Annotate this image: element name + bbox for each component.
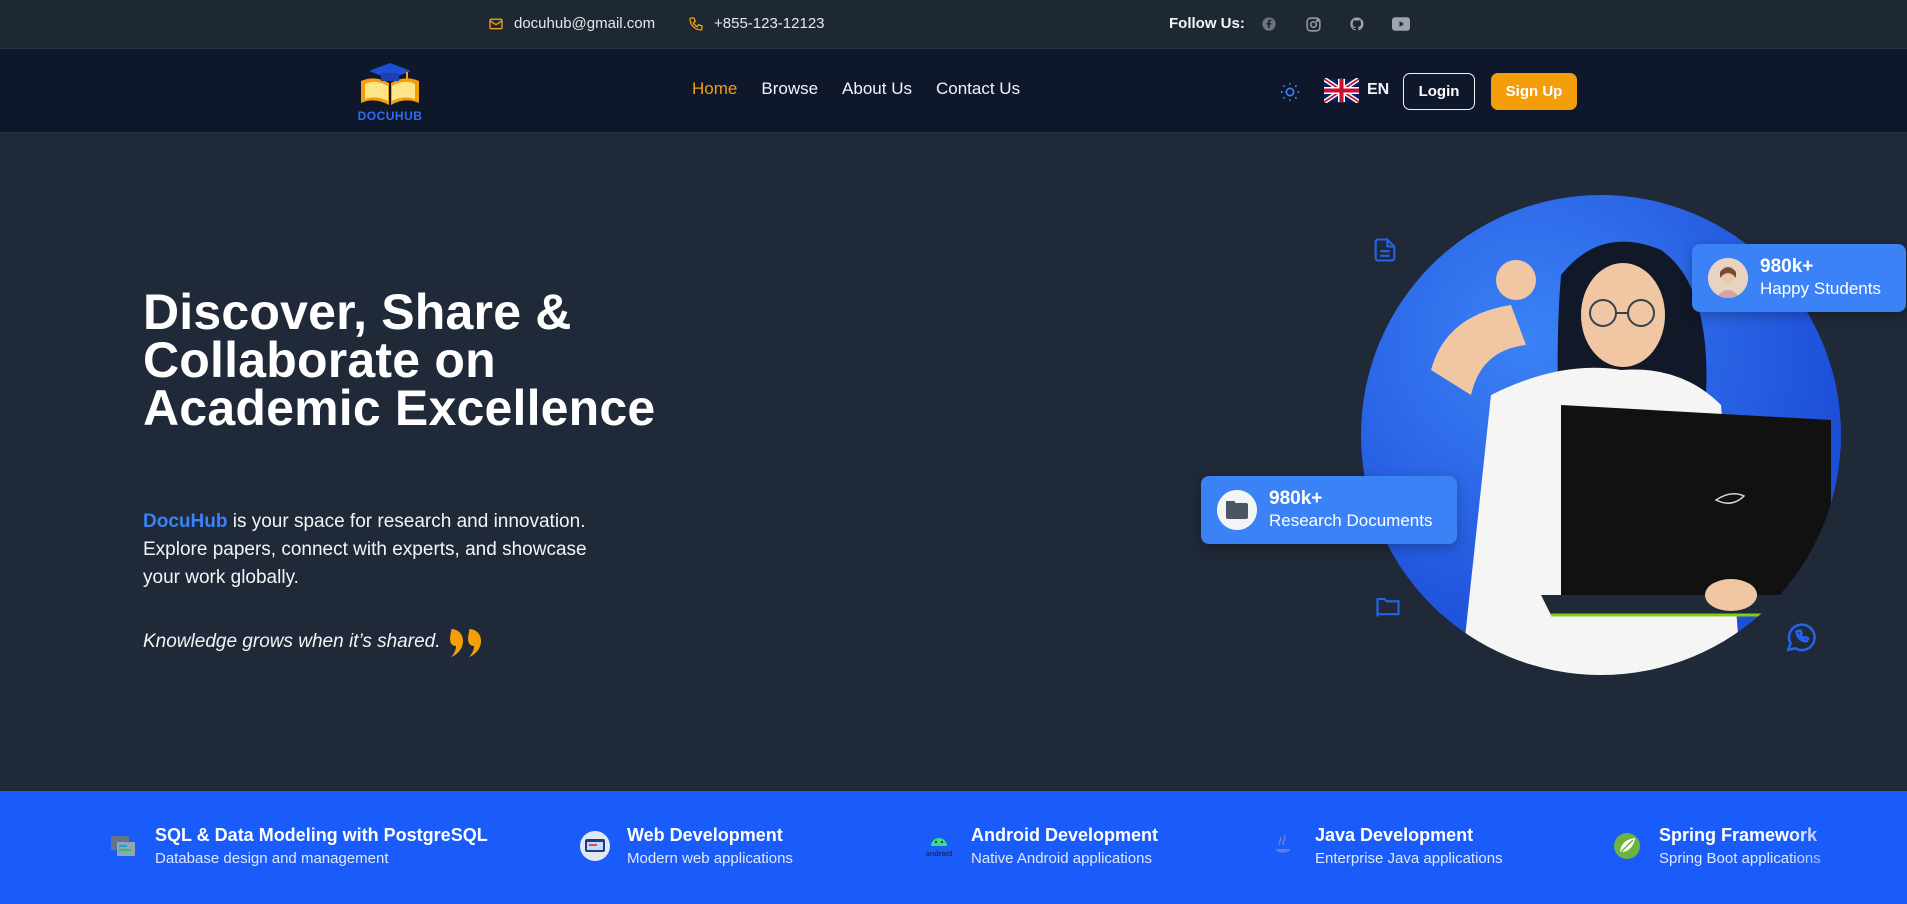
docuhub-logo[interactable]: DOCUHUB [355, 59, 425, 123]
nav-link-browse[interactable]: Browse [761, 79, 818, 99]
category-java[interactable]: Java Development Enterprise Java applica… [1265, 824, 1503, 870]
category-web[interactable]: Web Development Modern web applications [577, 824, 793, 870]
svg-text:android: android [926, 850, 953, 858]
github-icon[interactable] [1348, 15, 1366, 33]
mail-icon [488, 16, 504, 32]
web-browser-icon [577, 828, 613, 864]
hero-description: DocuHub is your space for research and i… [143, 508, 603, 592]
java-icon [1265, 828, 1301, 864]
theme-toggle-sun-icon[interactable] [1279, 81, 1301, 103]
nav-link-home[interactable]: Home [692, 79, 737, 99]
category-subtitle: Native Android applications [971, 850, 1152, 867]
contact-topbar: docuhub@gmail.com +855-123-12123 Follow … [0, 0, 1907, 49]
email-text: docuhub@gmail.com [514, 15, 656, 32]
nav-links: Home Browse About Us Contact Us [692, 79, 1020, 99]
nav-link-about-us[interactable]: About Us [842, 79, 912, 99]
hero-quote: Knowledge grows when it’s shared. [143, 625, 487, 659]
database-icon [105, 828, 141, 864]
quote-text: Knowledge grows when it’s shared. [143, 631, 441, 652]
category-sql[interactable]: SQL & Data Modeling with PostgreSQL Data… [105, 824, 488, 870]
phone-icon [688, 16, 704, 32]
category-title: Android Development [971, 825, 1159, 845]
whatsapp-icon[interactable] [1784, 620, 1816, 652]
follow-us-label: Follow Us: [1169, 15, 1245, 32]
signup-button[interactable]: Sign Up [1491, 73, 1577, 110]
logo-text: DOCUHUB [357, 109, 423, 123]
category-android[interactable]: android Android Development Native Andro… [921, 824, 1158, 870]
quote-mark-icon [447, 625, 487, 659]
youtube-icon[interactable] [1392, 15, 1410, 33]
category-title: Java Development [1315, 825, 1474, 845]
category-subtitle: Enterprise Java applications [1315, 850, 1503, 867]
spring-leaf-icon [1609, 828, 1645, 864]
document-icon [1371, 235, 1401, 265]
documents-count: 980k+ [1269, 488, 1323, 509]
folder-icon [1373, 592, 1403, 622]
email-contact[interactable]: docuhub@gmail.com [488, 15, 655, 32]
login-button[interactable]: Login [1403, 73, 1475, 110]
facebook-icon[interactable] [1260, 15, 1278, 33]
brand-name: DocuHub [143, 511, 228, 532]
phone-text: +855-123-12123 [714, 15, 825, 32]
hero-title: Discover, Share & Collaborate on Academi… [143, 284, 656, 436]
category-subtitle: Database design and management [155, 850, 389, 867]
student-avatar [1708, 258, 1748, 298]
uk-flag-icon[interactable] [1324, 78, 1359, 103]
instagram-icon[interactable] [1304, 15, 1322, 33]
categories-strip: SQL & Data Modeling with PostgreSQL Data… [0, 791, 1907, 904]
category-title: SQL & Data Modeling with PostgreSQL [155, 825, 488, 845]
nav-link-contact-us[interactable]: Contact Us [936, 79, 1020, 99]
android-icon: android [921, 828, 957, 864]
happy-students-card: 980k+ Happy Students [1692, 244, 1906, 312]
language-selector[interactable]: EN [1367, 81, 1389, 99]
phone-contact[interactable]: +855-123-12123 [688, 15, 825, 32]
students-count: 980k+ [1760, 256, 1814, 277]
research-documents-card: 980k+ Research Documents [1201, 476, 1457, 544]
strip-fade-overlay [1787, 791, 1907, 904]
folder-avatar-icon [1217, 490, 1257, 530]
category-subtitle: Modern web applications [627, 850, 793, 867]
documents-label: Research Documents [1269, 511, 1433, 530]
students-label: Happy Students [1760, 279, 1881, 298]
main-navbar: DOCUHUB Home Browse About Us Contact Us … [0, 49, 1907, 133]
category-title: Web Development [627, 825, 783, 845]
